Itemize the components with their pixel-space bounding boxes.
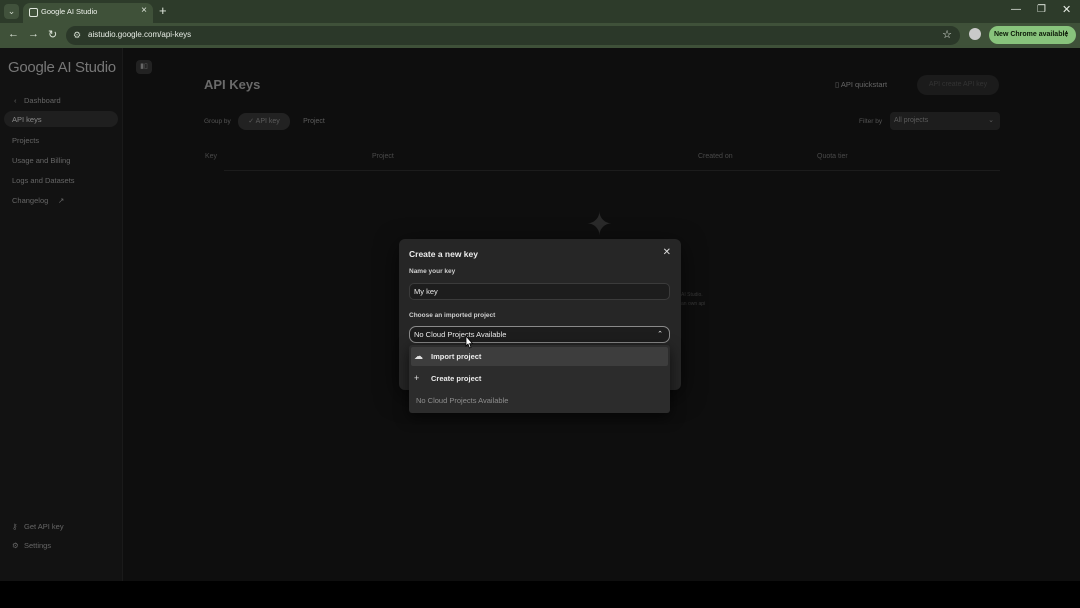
project-select-value: No Cloud Projects Available bbox=[414, 330, 507, 339]
back-icon[interactable]: ← bbox=[8, 28, 19, 40]
restore-icon[interactable]: ❐ bbox=[1037, 4, 1046, 15]
back-chevron-icon[interactable]: ‹ bbox=[14, 96, 17, 105]
empty-state-sparkle-icon: ✦ bbox=[586, 206, 613, 242]
filter-value: All projects bbox=[894, 117, 929, 124]
collapse-sidebar-button[interactable]: ▮▯ bbox=[136, 60, 152, 74]
chevron-up-icon: ⌃ bbox=[657, 331, 663, 338]
sidebar-item-logs-datasets[interactable]: Logs and Datasets bbox=[12, 176, 75, 185]
cloud-upload-icon: ☁ bbox=[414, 351, 423, 361]
filter-projects-select[interactable]: All projects ⌄ bbox=[890, 112, 1000, 130]
favicon-icon bbox=[29, 8, 38, 17]
column-header-quota-tier: Quota tier bbox=[817, 153, 848, 160]
url-text[interactable]: aistudio.google.com/api-keys bbox=[88, 30, 191, 39]
bookmark-star-icon[interactable]: ☆ bbox=[942, 28, 952, 41]
column-header-created-on: Created on bbox=[698, 153, 733, 160]
settings-gear-icon: ⚙ bbox=[12, 541, 19, 550]
api-quickstart-label: API quickstart bbox=[840, 80, 888, 89]
reload-icon[interactable]: ↻ bbox=[48, 28, 57, 41]
name-key-label: Name your key bbox=[409, 268, 456, 275]
sidebar-item-get-api-key[interactable]: Get API key bbox=[24, 522, 64, 531]
table-divider bbox=[224, 170, 1000, 171]
address-bar[interactable]: ⚙ aistudio.google.com/api-keys ☆ bbox=[66, 26, 960, 45]
create-api-key-button[interactable]: API create API key bbox=[917, 75, 999, 95]
empty-state-text-line-2: an own api bbox=[681, 301, 706, 307]
page-title: API Keys bbox=[204, 77, 261, 92]
api-quickstart-link[interactable]: ▯ API quickstart bbox=[835, 80, 887, 89]
browser-tab-strip: ⌄ Google AI Studio × + — ❐ ✕ bbox=[0, 0, 1080, 23]
chevron-down-icon: ⌄ bbox=[988, 117, 994, 124]
profile-avatar-icon[interactable] bbox=[969, 28, 981, 40]
menu-item-label: Create project bbox=[431, 374, 482, 383]
menu-item-import-project[interactable]: ☁ Import project bbox=[411, 347, 668, 366]
group-by-api-key-label: API key bbox=[255, 118, 280, 125]
close-tab-icon[interactable]: × bbox=[141, 5, 147, 16]
site-info-icon[interactable]: ⚙ bbox=[73, 30, 81, 41]
external-link-icon: ↗ bbox=[58, 196, 65, 205]
browser-tab[interactable]: Google AI Studio × bbox=[23, 3, 153, 23]
close-dialog-icon[interactable]: ✕ bbox=[663, 247, 671, 258]
forward-icon[interactable]: → bbox=[28, 28, 39, 40]
project-label: Choose an imported project bbox=[409, 312, 496, 319]
minimize-icon[interactable]: — bbox=[1011, 4, 1021, 15]
new-chrome-button[interactable]: New Chrome available ⋮ bbox=[989, 26, 1076, 44]
filter-by-label: Filter by bbox=[859, 118, 883, 125]
menu-item-create-project[interactable]: + Create project bbox=[411, 369, 668, 388]
key-name-input[interactable] bbox=[409, 283, 670, 300]
empty-state-text-line-1: AI Studio. bbox=[681, 292, 703, 298]
project-select[interactable]: No Cloud Projects Available ⌃ bbox=[409, 326, 670, 343]
group-by-project-chip[interactable]: Project bbox=[294, 113, 334, 130]
key-icon: ⚷ bbox=[12, 522, 18, 531]
project-dropdown-menu: ☁ Import project + Create project No Clo… bbox=[409, 345, 670, 413]
sidebar-back-dashboard[interactable]: Dashboard bbox=[24, 96, 61, 105]
menu-empty-text: No Cloud Projects Available bbox=[416, 396, 509, 405]
sidebar-item-projects[interactable]: Projects bbox=[12, 136, 39, 145]
group-by-api-key-chip[interactable]: ✓ API key bbox=[238, 113, 290, 130]
new-tab-icon[interactable]: + bbox=[159, 3, 167, 18]
sidebar: Google AI Studio ‹ Dashboard API keys Pr… bbox=[0, 48, 123, 581]
sidebar-item-settings[interactable]: Settings bbox=[24, 541, 51, 550]
plus-icon: + bbox=[414, 373, 420, 383]
mouse-pointer-icon bbox=[465, 335, 474, 349]
sidebar-item-usage-billing[interactable]: Usage and Billing bbox=[12, 156, 70, 165]
close-window-icon[interactable]: ✕ bbox=[1062, 3, 1071, 16]
new-chrome-label: New Chrome available bbox=[994, 31, 1069, 38]
app-logo[interactable]: Google AI Studio bbox=[8, 59, 116, 76]
more-menu-icon[interactable]: ⋮ bbox=[1063, 26, 1070, 44]
menu-item-label: Import project bbox=[431, 352, 482, 361]
browser-toolbar: ← → ↻ ⚙ aistudio.google.com/api-keys ☆ bbox=[0, 23, 1080, 48]
sidebar-item-api-keys[interactable]: API keys bbox=[12, 115, 42, 124]
tab-title: Google AI Studio bbox=[41, 7, 98, 16]
group-by-label: Group by bbox=[204, 118, 231, 125]
column-header-key: Key bbox=[205, 153, 218, 160]
tab-search-icon[interactable]: ⌄ bbox=[4, 4, 19, 19]
column-header-project: Project bbox=[372, 153, 394, 160]
bottom-letterbox bbox=[0, 581, 1080, 608]
dialog-title: Create a new key bbox=[409, 249, 478, 259]
sidebar-item-changelog[interactable]: Changelog bbox=[12, 196, 48, 205]
